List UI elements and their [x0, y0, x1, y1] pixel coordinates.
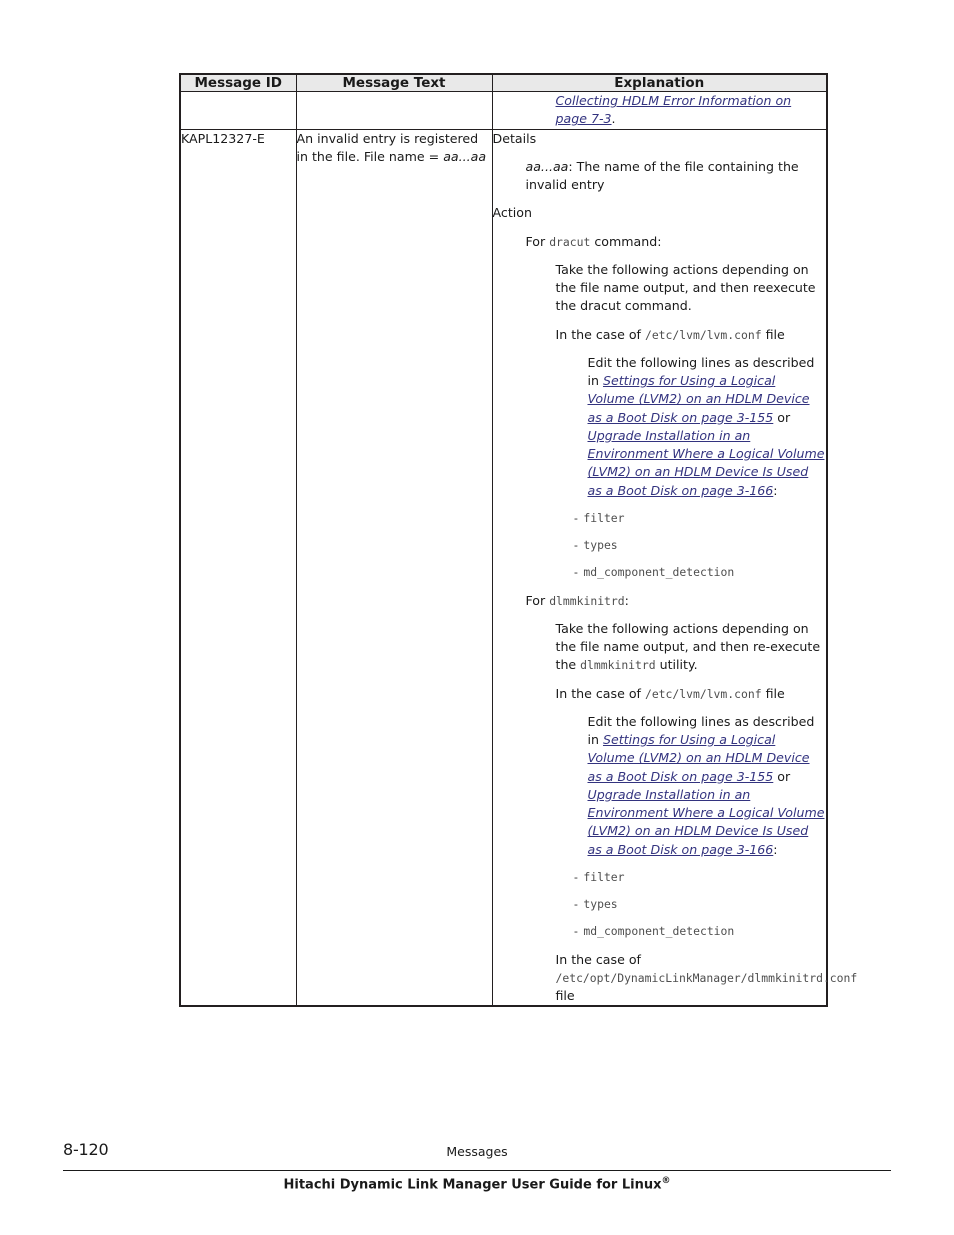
cell-message-id: KAPL12327-E: [179, 128, 297, 1007]
dlmmkinitrd-heading: For dlmmkinitrd:: [526, 592, 827, 610]
dlmmkinitrd-in-case2-prefix: In the case of: [555, 951, 641, 967]
dlmmkinitrd-edit-lines: Edit the following lines as described in…: [588, 713, 827, 859]
message-text-variable: aa...aa: [443, 148, 487, 164]
cell-explanation: Collecting HDLM Error Information on pag…: [491, 91, 828, 130]
messages-table: Message ID Message Text Explanation Coll…: [179, 73, 858, 1008]
bullet-label: filter: [583, 869, 625, 884]
dlmmkinitrd-link-join: or: [773, 768, 791, 784]
details-description: aa...aa: The name of the file containing…: [526, 158, 827, 195]
link-upgrade-installation-environment[interactable]: Upgrade Installation in an Environment W…: [588, 428, 825, 498]
table-row: KAPL12327-E An invalid entry is register…: [179, 128, 858, 1007]
dracut-command-name: dracut: [549, 234, 591, 249]
dracut-for-suffix: command:: [590, 233, 662, 249]
bullet-marker: -: [572, 565, 580, 580]
bullet-label: filter: [583, 510, 625, 525]
dracut-bullet-filter: - filter: [573, 509, 827, 527]
page-footer: 8-120 Messages Hitachi Dynamic Link Mana…: [0, 1140, 954, 1192]
dracut-in-case-path: /etc/lvm/lvm.conf: [644, 327, 762, 342]
dracut-in-case-of: In the case of /etc/lvm/lvm.conf file: [556, 326, 827, 344]
dlmmkinitrd-for-prefix: For: [525, 592, 550, 608]
cell-explanation: Details aa...aa: The name of the file co…: [491, 128, 858, 1007]
dlmmkinitrd-take-suffix: utility.: [655, 657, 698, 673]
dracut-link-join: or: [773, 409, 791, 425]
bullet-label: md_component_detection: [583, 924, 735, 939]
dlmmkinitrd-command-name: dlmmkinitrd: [549, 593, 625, 608]
dracut-edit-lines: Edit the following lines as described in…: [588, 354, 827, 500]
column-header-message-id: Message ID: [180, 73, 297, 92]
dlmmkinitrd-in-case-of: In the case of /etc/lvm/lvm.conf file: [556, 685, 827, 703]
action-label: Action: [492, 205, 532, 221]
dlmmkinitrd-in-case-of-conf: In the case of /etc/opt/DynamicLinkManag…: [555, 951, 858, 1006]
dlmmkinitrd-bullet-filter: - filter: [573, 868, 827, 886]
dlmmkinitrd-in-case2-path: /etc/opt/DynamicLinkManager/dlmmkinitrd.…: [555, 970, 858, 985]
footer-document-title: Hitachi Dynamic Link Manager User Guide …: [0, 1176, 954, 1192]
footer-divider: [63, 1170, 891, 1171]
dlmmkinitrd-in-case-suffix: file: [761, 685, 785, 701]
cell-message-id: [179, 91, 297, 130]
table-header-row: Message ID Message Text Explanation: [180, 73, 827, 92]
cell-message-text: [295, 91, 493, 130]
dracut-bullet-types: - types: [573, 536, 827, 554]
dlmmkinitrd-in-case2-suffix: file: [555, 988, 575, 1003]
dlmmkinitrd-for-suffix: :: [624, 592, 629, 608]
continued-link-tail: .: [611, 111, 616, 127]
dracut-take-actions: Take the following actions depending on …: [555, 261, 816, 314]
bullet-marker: -: [572, 924, 580, 939]
dracut-for-prefix: For: [525, 233, 550, 249]
table-body: Collecting HDLM Error Information on pag…: [179, 91, 858, 1007]
dlmmkinitrd-take-actions: Take the following actions depending on …: [556, 620, 827, 675]
details-variable: aa...aa: [525, 158, 569, 174]
column-header-explanation: Explanation: [491, 73, 827, 92]
dlmmkinitrd-utility-name: dlmmkinitrd: [580, 658, 656, 673]
table-header: Message ID Message Text Explanation: [180, 73, 827, 92]
document-page: Message ID Message Text Explanation Coll…: [0, 0, 954, 1235]
footer-top-line: 8-120 Messages: [0, 1140, 954, 1166]
dlmmkinitrd-in-case-path: /etc/lvm/lvm.conf: [644, 686, 762, 701]
bullet-label: types: [583, 897, 618, 911]
dracut-bullet-md-component-detection: - md_component_detection: [573, 563, 827, 581]
column-header-message-text: Message Text: [295, 73, 493, 92]
link-collecting-hdlm-error-information[interactable]: Collecting HDLM Error Information on pag…: [556, 93, 792, 126]
bullet-marker: -: [572, 897, 580, 911]
dlmmkinitrd-link-tail: :: [773, 841, 778, 857]
dracut-in-case-prefix: In the case of: [555, 326, 645, 342]
footer-title-text: Hitachi Dynamic Link Manager User Guide …: [283, 1177, 662, 1193]
cell-message-text: An invalid entry is registered in the fi…: [295, 128, 493, 1007]
bullet-marker: -: [572, 869, 580, 884]
bullet-marker: -: [572, 538, 580, 552]
bullet-label: types: [583, 538, 618, 552]
footer-section-name: Messages: [446, 1144, 508, 1159]
dracut-in-case-suffix: file: [761, 326, 785, 342]
table-row: Collecting HDLM Error Information on pag…: [179, 91, 828, 130]
bullet-label: md_component_detection: [583, 565, 735, 580]
bullet-marker: -: [572, 510, 580, 525]
dracut-link-tail: :: [773, 482, 778, 498]
dlmmkinitrd-bullet-md-component-detection: - md_component_detection: [573, 922, 827, 940]
link-upgrade-installation-environment[interactable]: Upgrade Installation in an Environment W…: [588, 787, 825, 857]
details-label: Details: [492, 130, 537, 146]
dracut-heading: For dracut command:: [526, 233, 827, 251]
registered-trademark-icon: ®: [661, 1176, 671, 1186]
dlmmkinitrd-bullet-types: - types: [573, 895, 827, 913]
dlmmkinitrd-in-case-prefix: In the case of: [555, 685, 645, 701]
continued-link-block: Collecting HDLM Error Information on pag…: [556, 92, 827, 129]
